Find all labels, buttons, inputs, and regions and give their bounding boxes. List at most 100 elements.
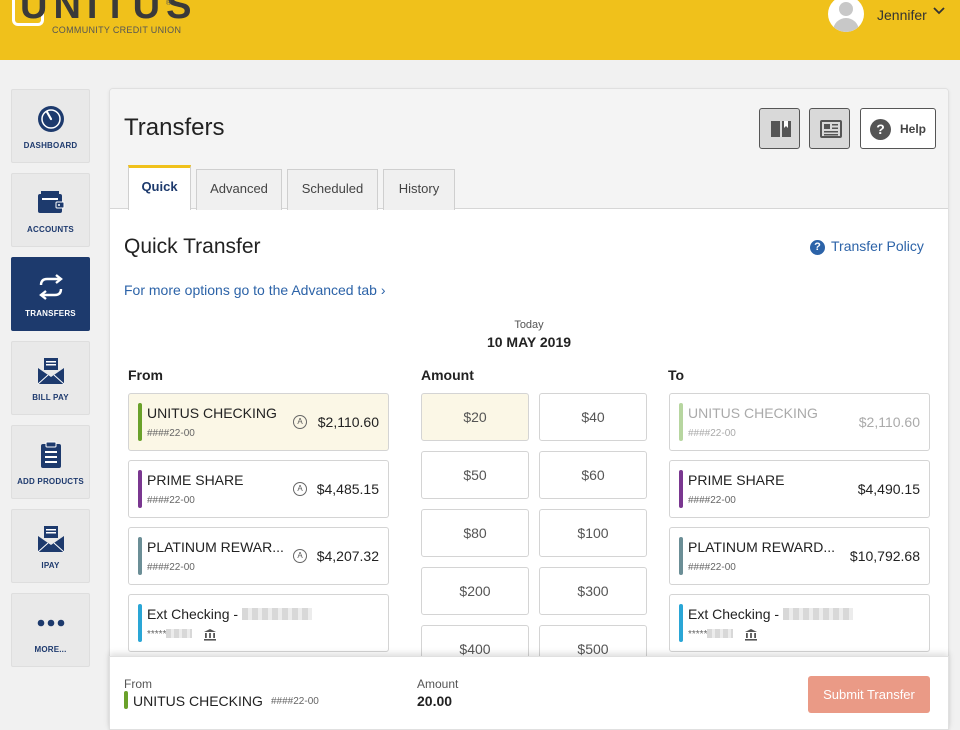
tab-history[interactable]: History	[383, 169, 455, 210]
amount-button-60[interactable]: $60	[539, 451, 647, 499]
amount-button-300[interactable]: $300	[539, 567, 647, 615]
amount-button-50[interactable]: $50	[421, 451, 529, 499]
transfer-policy-label: Transfer Policy	[831, 238, 924, 254]
newspaper-icon	[820, 120, 842, 138]
account-balance: $4,485.15	[316, 481, 379, 497]
account-number: ####22-00	[147, 562, 195, 573]
account-color-bar	[138, 537, 142, 575]
to-account-platinum-reward[interactable]: PLATINUM REWARD... ####22-00 $10,792.68	[669, 527, 930, 585]
bank-icon	[745, 629, 757, 641]
account-color-bar	[679, 604, 683, 642]
sidebar-item-label: DASHBOARD	[23, 141, 78, 150]
account-number: ####22-00	[688, 495, 736, 506]
account-number: ####22-00	[147, 495, 195, 506]
book-icon	[771, 121, 791, 137]
tab-quick[interactable]: Quick	[128, 165, 191, 210]
from-account-unitus-checking[interactable]: UNITUS CHECKING ####22-00 A $2,110.60	[128, 393, 389, 451]
from-account-prime-share[interactable]: PRIME SHARE ####22-00 A $4,485.15	[128, 460, 389, 518]
guide-button[interactable]	[759, 108, 800, 149]
to-account-prime-share[interactable]: PRIME SHARE ####22-00 $4,490.15	[669, 460, 930, 518]
account-color-bar	[124, 691, 128, 709]
help-label: Help	[900, 122, 927, 136]
sidebar-item-label: ADD PRODUCTS	[17, 477, 84, 486]
amount-button-40[interactable]: $40	[539, 393, 647, 441]
date-label: Today	[514, 319, 544, 331]
transfers-card: Transfers ? Help Quick Advanced Schedule…	[109, 88, 949, 730]
sidebar-item-bill-pay[interactable]: BILL PAY	[11, 341, 90, 415]
account-balance: $2,110.60	[858, 414, 920, 430]
available-icon: A	[293, 549, 307, 563]
transfer-date: 10 MAY 2019	[486, 334, 572, 350]
account-color-bar	[679, 403, 683, 441]
to-account-ext-checking[interactable]: Ext Checking - *****	[669, 594, 930, 652]
submit-transfer-button[interactable]: Submit Transfer	[808, 676, 930, 713]
tab-scheduled[interactable]: Scheduled	[287, 169, 378, 210]
account-name: PLATINUM REWARD...	[688, 539, 836, 555]
help-button[interactable]: ? Help	[860, 108, 936, 149]
logo-subtitle: COMMUNITY CREDIT UNION	[52, 25, 182, 35]
account-color-bar	[138, 403, 142, 441]
account-color-bar	[138, 604, 142, 642]
to-account-unitus-checking[interactable]: UNITUS CHECKING ####22-00 $2,110.60	[669, 393, 930, 451]
wallet-icon	[38, 191, 65, 213]
masked-number-text	[166, 629, 193, 638]
sidebar-item-transfers[interactable]: TRANSFERS	[11, 257, 90, 331]
sidebar-item-more[interactable]: MORE...	[11, 593, 90, 667]
account-name: PRIME SHARE	[147, 472, 244, 488]
account-number: *****	[688, 629, 734, 640]
account-number: ####22-00	[688, 562, 736, 573]
section-title: Quick Transfer	[124, 235, 261, 258]
sidebar-item-dashboard[interactable]: DASHBOARD	[11, 89, 90, 163]
account-name: UNITUS CHECKING	[688, 405, 818, 421]
amount-button-80[interactable]: $80	[421, 509, 529, 557]
app-header: UNITUS ® COMMUNITY CREDIT UNION Jennifer	[0, 0, 960, 60]
user-avatar[interactable]	[828, 0, 864, 32]
amount-button-200[interactable]: $200	[421, 567, 529, 615]
account-name: Ext Checking -	[688, 606, 854, 622]
from-header: From	[128, 367, 163, 383]
to-header: To	[668, 367, 685, 383]
summary-from-label: From	[124, 677, 152, 691]
user-name[interactable]: Jennifer	[877, 7, 927, 23]
tab-advanced[interactable]: Advanced	[196, 169, 282, 210]
summary-amount-value: 20.00	[417, 693, 453, 709]
transfer-policy-link[interactable]: ? Transfer Policy	[810, 238, 924, 255]
envelope-icon	[37, 526, 65, 553]
advanced-tab-link[interactable]: For more options go to the Advanced tab …	[124, 282, 386, 298]
account-number-text: *****	[147, 629, 167, 640]
sidebar-item-label: IPAY	[41, 561, 60, 570]
account-name-text: Ext Checking -	[147, 606, 239, 622]
account-color-bar	[679, 537, 683, 575]
from-account-ext-checking[interactable]: Ext Checking - *****	[128, 594, 389, 652]
clipboard-icon	[41, 441, 61, 468]
amount-button-100[interactable]: $100	[539, 509, 647, 557]
account-number: ####22-00	[688, 428, 736, 439]
sidebar-item-accounts[interactable]: ACCOUNTS	[11, 173, 90, 247]
account-color-bar	[138, 470, 142, 508]
available-icon: A	[293, 482, 307, 496]
summary-from-number: ####22-00	[271, 696, 319, 707]
sidebar-item-label: MORE...	[34, 645, 67, 654]
bank-icon	[204, 629, 216, 641]
account-name: UNITUS CHECKING	[147, 405, 277, 421]
account-name: Ext Checking -	[147, 606, 313, 622]
account-number: *****	[147, 629, 193, 640]
masked-account-text	[242, 608, 313, 620]
sidebar-item-label: BILL PAY	[32, 393, 69, 402]
statements-button[interactable]	[809, 108, 850, 149]
account-name-text: Ext Checking -	[688, 606, 780, 622]
amount-button-20[interactable]: $20	[421, 393, 529, 441]
chevron-down-icon[interactable]	[933, 5, 945, 17]
masked-number-text	[707, 629, 734, 638]
summary-from-account: UNITUS CHECKING	[133, 693, 263, 709]
account-name: PLATINUM REWAR...	[147, 539, 284, 555]
more-dots-icon	[37, 619, 65, 627]
from-account-platinum-reward[interactable]: PLATINUM REWAR... ####22-00 A $4,207.32	[128, 527, 389, 585]
help-icon: ?	[870, 119, 891, 140]
gauge-icon	[38, 106, 64, 132]
account-balance: $4,207.32	[316, 548, 379, 564]
sidebar-item-ipay[interactable]: IPAY	[11, 509, 90, 583]
sidebar-item-add-products[interactable]: ADD PRODUCTS	[11, 425, 90, 499]
card-header: Transfers ? Help Quick Advanced Schedule…	[110, 89, 948, 210]
envelope-icon	[37, 358, 65, 385]
